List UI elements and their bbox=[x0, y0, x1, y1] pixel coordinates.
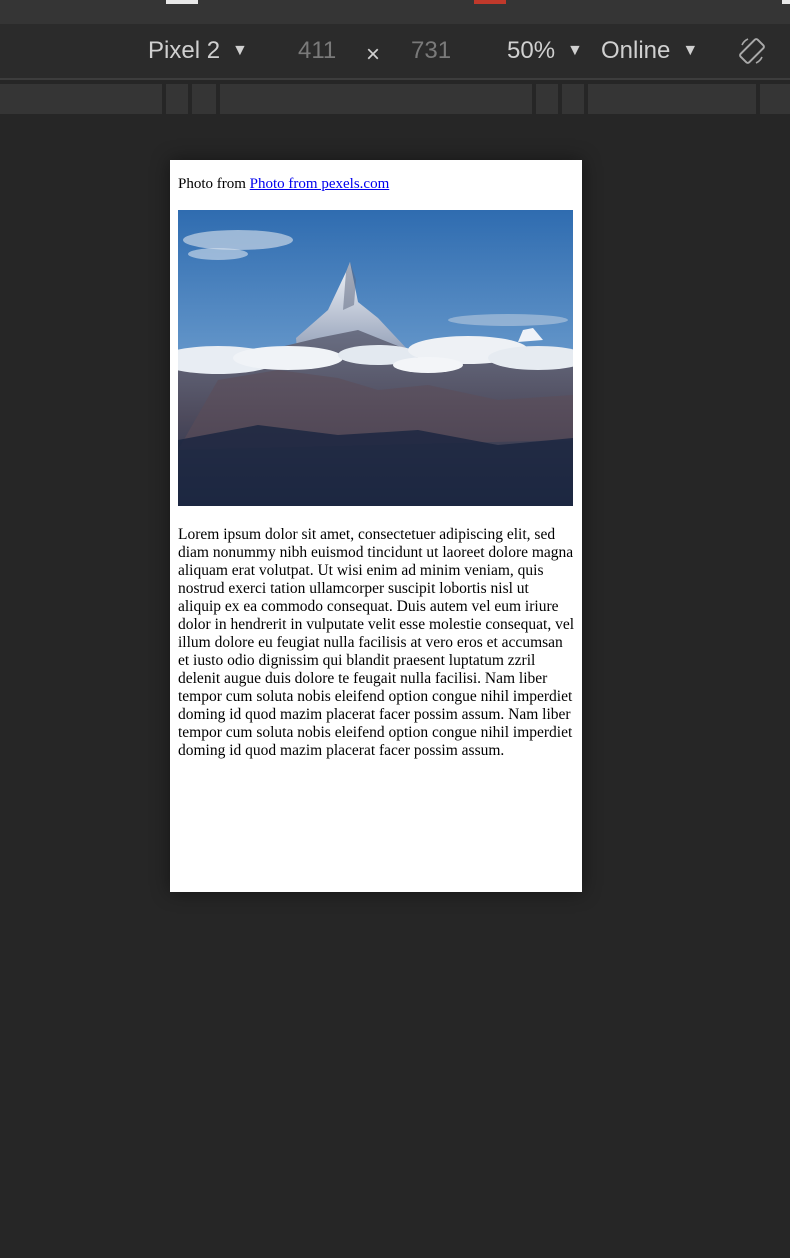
caption-prefix: Photo from bbox=[178, 176, 246, 192]
viewport-height-input[interactable]: 731 bbox=[411, 24, 451, 78]
network-throttle-select[interactable]: Online ▼ bbox=[601, 24, 698, 78]
device-select[interactable]: Pixel 2 ▼ bbox=[148, 24, 248, 78]
device-viewport: Photo from Photo from pexels.com Lorem i… bbox=[170, 160, 582, 892]
dropdown-arrow-icon: ▼ bbox=[232, 42, 248, 59]
tab-marker[interactable] bbox=[166, 0, 198, 4]
media-query-segment[interactable] bbox=[0, 84, 162, 114]
media-query-segment[interactable] bbox=[760, 84, 790, 114]
device-toolbar: Pixel 2 ▼ 411 × 731 50% ▼ Online ▼ bbox=[0, 24, 790, 80]
photo-caption: Photo from Photo from pexels.com bbox=[178, 176, 389, 193]
media-query-segment[interactable] bbox=[220, 84, 532, 114]
pexels-link[interactable]: Photo from pexels.com bbox=[250, 176, 390, 192]
dropdown-arrow-icon: ▼ bbox=[567, 42, 583, 59]
tab-marker[interactable] bbox=[474, 0, 506, 4]
rotate-button[interactable] bbox=[736, 24, 768, 78]
media-query-segment[interactable] bbox=[192, 84, 216, 114]
times-icon: × bbox=[366, 41, 381, 68]
media-query-segment[interactable] bbox=[536, 84, 558, 114]
mountain-image-icon bbox=[178, 210, 573, 506]
device-name: Pixel 2 bbox=[148, 37, 221, 64]
browser-tab-strip bbox=[0, 0, 790, 24]
media-query-segment[interactable] bbox=[562, 84, 584, 114]
mountain-photo bbox=[178, 210, 573, 506]
lorem-paragraph: Lorem ipsum dolor sit amet, consectetuer… bbox=[178, 526, 575, 759]
media-query-bar bbox=[0, 82, 790, 114]
viewport-width-input[interactable]: 411 bbox=[298, 24, 336, 78]
tab-marker[interactable] bbox=[782, 0, 790, 4]
media-query-segment[interactable] bbox=[166, 84, 188, 114]
dropdown-arrow-icon: ▼ bbox=[682, 42, 699, 59]
rotate-icon bbox=[739, 38, 765, 64]
network-value: Online bbox=[601, 37, 671, 64]
media-query-segment[interactable] bbox=[588, 84, 756, 114]
zoom-select[interactable]: 50% ▼ bbox=[507, 24, 583, 78]
zoom-value: 50% bbox=[507, 37, 556, 64]
